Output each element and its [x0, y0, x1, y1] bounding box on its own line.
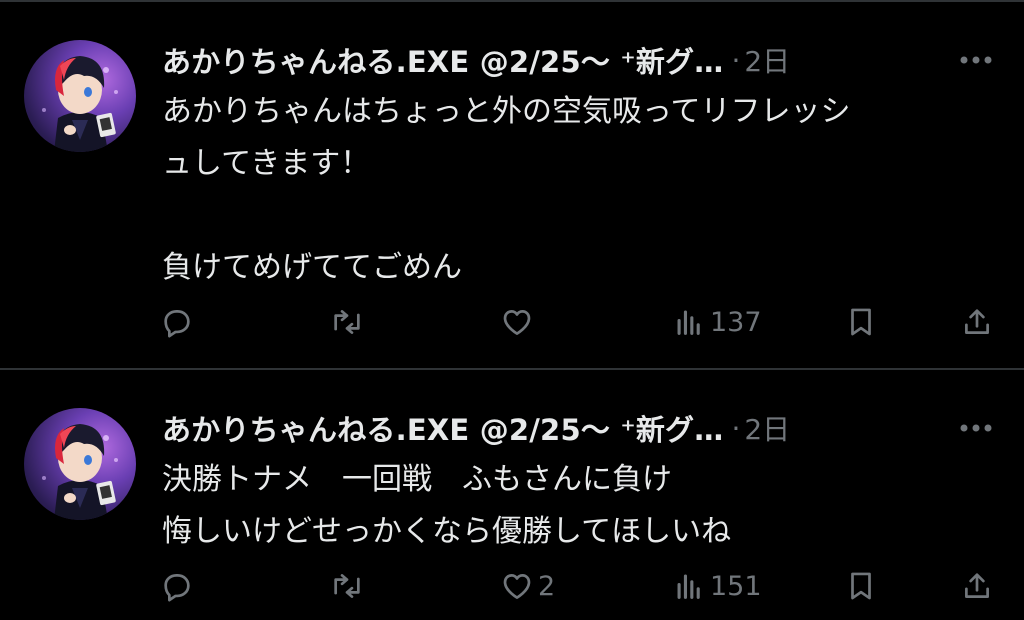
avatar[interactable]: [24, 40, 136, 152]
retweet-icon: [334, 574, 360, 598]
display-name[interactable]: あかりちゃんねる.EXE @2/25〜 ⁺新グ…: [162, 407, 723, 449]
bookmark-button[interactable]: [844, 302, 878, 342]
views-button[interactable]: 137: [672, 302, 762, 342]
display-name[interactable]: あかりちゃんねる.EXE @2/25〜 ⁺新グ…: [162, 39, 723, 81]
views-icon: [677, 310, 700, 335]
like-button[interactable]: [500, 302, 538, 342]
reply-icon: [164, 574, 190, 602]
bookmark-icon: [851, 308, 871, 336]
views-count: 137: [710, 306, 762, 338]
share-button[interactable]: [960, 566, 994, 606]
heart-icon: [503, 310, 531, 335]
like-button[interactable]: 2: [500, 566, 555, 606]
timestamp[interactable]: 2日: [744, 408, 790, 448]
share-icon: [965, 309, 989, 334]
tweet-header: あかりちゃんねる.EXE @2/25〜 ⁺新グ… · 2日: [162, 38, 1002, 82]
avatar[interactable]: [24, 408, 136, 520]
views-count: 151: [710, 570, 762, 602]
views-icon: [677, 574, 700, 599]
retweet-button[interactable]: [330, 566, 364, 606]
separator: ·: [731, 43, 741, 77]
action-bar: 2 151: [160, 566, 1000, 606]
views-button[interactable]: 151: [672, 566, 762, 606]
retweet-button[interactable]: [330, 302, 364, 342]
like-count: 2: [538, 570, 556, 602]
tweet[interactable]: あかりちゃんねる.EXE @2/25〜 ⁺新グ… · 2日 あかりちゃんはちょっ…: [0, 2, 1024, 368]
bookmark-button[interactable]: [844, 566, 878, 606]
tweet[interactable]: あかりちゃんねる.EXE @2/25〜 ⁺新グ… · 2日 決勝トナメ 一回戦 …: [0, 370, 1024, 620]
more-options-icon[interactable]: [954, 412, 998, 444]
action-bar: 137: [160, 302, 1000, 342]
separator: ·: [731, 411, 741, 445]
share-button[interactable]: [960, 302, 994, 342]
tweet-header: あかりちゃんねる.EXE @2/25〜 ⁺新グ… · 2日: [162, 406, 1002, 450]
tweet-text: あかりちゃんはちょっと外の空気吸ってリフレッシ ュしてきます！ 負けてめげててご…: [162, 94, 851, 285]
retweet-icon: [334, 310, 360, 334]
more-options-icon[interactable]: [954, 44, 998, 76]
reply-icon: [164, 310, 190, 338]
heart-icon: [503, 574, 531, 599]
share-icon: [965, 573, 989, 598]
avatar-image: [42, 56, 118, 152]
avatar-image: [42, 424, 118, 520]
timestamp[interactable]: 2日: [744, 40, 790, 80]
bookmark-icon: [851, 572, 871, 600]
reply-button[interactable]: [160, 566, 194, 606]
tweet-text: 決勝トナメ 一回戦 ふもさんに負け 悔しいけどせっかくなら優勝してほしいね: [162, 462, 732, 549]
reply-button[interactable]: [160, 302, 194, 342]
